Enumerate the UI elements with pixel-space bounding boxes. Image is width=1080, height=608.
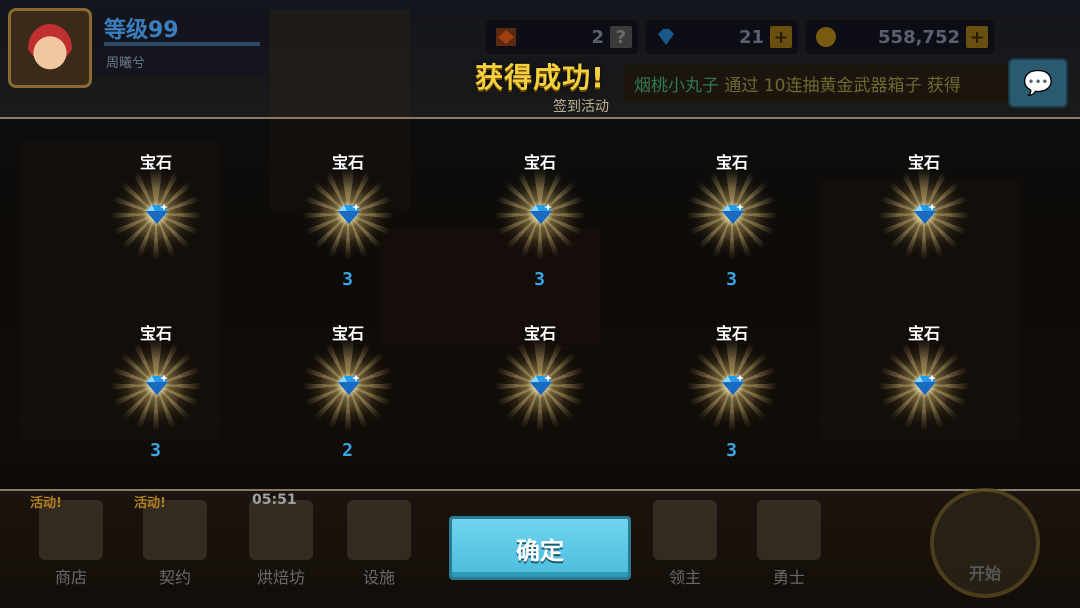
help-icon[interactable]: ? <box>610 26 632 48</box>
confirm-button[interactable]: 确定 <box>449 516 631 580</box>
reward-label: 宝石 <box>523 324 556 343</box>
gem-icon <box>720 203 746 225</box>
gem-icon <box>720 374 746 396</box>
reward-quantity: 3 <box>150 440 162 461</box>
sign-in-activity-label[interactable]: 签到活动 <box>553 96 609 116</box>
reward-item: 宝石 3 <box>60 290 252 461</box>
reward-quantity: 3 <box>534 269 546 290</box>
stamina-counter[interactable]: 2 ? <box>486 20 638 54</box>
reward-label: 宝石 <box>523 153 556 172</box>
reward-label: 宝石 <box>139 153 172 172</box>
gem-icon <box>658 29 674 45</box>
nav-contract[interactable]: 活动! 契约 <box>130 496 220 588</box>
reward-quantity: 3 <box>726 440 738 461</box>
reward-item: 宝石 2 <box>252 290 444 461</box>
gem-icon <box>528 374 554 396</box>
dialog-title: 获得成功! <box>475 61 605 94</box>
gem-icon <box>336 374 362 396</box>
stamina-icon <box>496 28 516 46</box>
nav-warrior[interactable]: 勇士 <box>744 500 834 588</box>
reward-label: 宝石 <box>715 324 748 343</box>
gem-icon <box>144 374 170 396</box>
nav-shop[interactable]: 活动! 商店 <box>26 496 116 588</box>
reward-label: 宝石 <box>907 324 940 343</box>
reward-label: 宝石 <box>331 324 364 343</box>
reward-item: 宝石 3 <box>444 119 636 290</box>
reward-item: 宝石 <box>828 290 1020 461</box>
player-level: 等级99 <box>104 18 179 43</box>
nav-lord[interactable]: 领主 <box>640 500 730 588</box>
reward-quantity: 3 <box>726 269 738 290</box>
start-button[interactable]: 开始 <box>930 488 1040 598</box>
warrior-icon <box>757 500 821 560</box>
reward-label: 宝石 <box>715 153 748 172</box>
nav-bakery[interactable]: 05:51 烘焙坊 <box>236 492 326 588</box>
gem-icon <box>912 203 938 225</box>
gem-icon <box>336 203 362 225</box>
level-progress-bar <box>104 42 260 46</box>
reward-quantity: 2 <box>342 440 354 461</box>
reward-quantity: 3 <box>342 269 354 290</box>
reward-panel: 宝石 宝石 3 宝石 3 宝石 3 宝石 宝石 3 宝石 2 宝石 宝石 3 宝石 <box>0 117 1080 491</box>
bakery-icon <box>249 500 313 560</box>
reward-label: 宝石 <box>331 153 364 172</box>
reward-item: 宝石 3 <box>636 119 828 290</box>
reward-label: 宝石 <box>907 153 940 172</box>
gem-icon <box>528 203 554 225</box>
add-gem-button[interactable]: + <box>770 26 792 48</box>
gem-icon <box>912 374 938 396</box>
facilities-icon <box>347 500 411 560</box>
reward-item: 宝石 <box>828 119 1020 290</box>
lord-icon <box>653 500 717 560</box>
gem-counter[interactable]: 21 + <box>646 20 798 54</box>
gem-icon <box>144 203 170 225</box>
reward-item: 宝石 <box>444 290 636 461</box>
reward-item: 宝石 3 <box>636 290 828 461</box>
reward-grid: 宝石 宝石 3 宝石 3 宝石 3 宝石 宝石 3 宝石 2 宝石 宝石 3 宝石 <box>60 119 1020 493</box>
reward-label: 宝石 <box>139 324 172 343</box>
reward-item: 宝石 3 <box>252 119 444 290</box>
reward-item: 宝石 <box>60 119 252 290</box>
nav-facilities[interactable]: 设施 <box>334 500 424 588</box>
gold-coin-icon <box>816 27 836 47</box>
gold-counter[interactable]: 558,752 + <box>806 20 994 54</box>
add-gold-button[interactable]: + <box>966 26 988 48</box>
